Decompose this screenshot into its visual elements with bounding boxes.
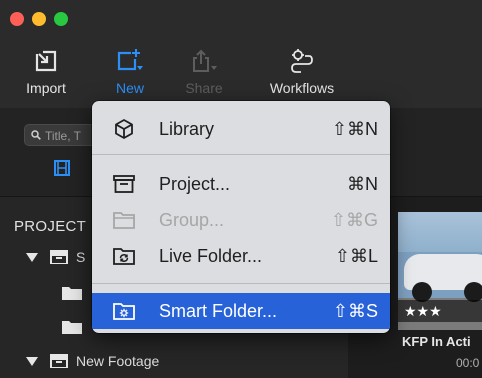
import-label: Import <box>26 80 66 96</box>
new-icon <box>90 44 170 78</box>
projects-heading: PROJECT <box>14 218 87 235</box>
menu-item-shortcut: ⇧⌘S <box>332 300 378 321</box>
folder-icon <box>62 287 82 300</box>
folder-icon <box>112 209 136 231</box>
tray-icon <box>50 250 68 264</box>
menu-item-library[interactable]: Library ⇧⌘N <box>92 111 390 147</box>
clip-title: KFP In Acti <box>402 334 471 349</box>
live-folder-icon <box>112 245 136 267</box>
menu-item-smart-folder[interactable]: Smart Folder... ⇧⌘S <box>92 293 390 329</box>
zoom-window-button[interactable] <box>54 12 68 26</box>
menu-item-live-folder[interactable]: Live Folder... ⇧⌘L <box>92 238 390 274</box>
workflows-label: Workflows <box>269 80 335 96</box>
share-label: Share <box>185 80 223 96</box>
search-icon <box>31 130 41 140</box>
search-placeholder: Title, T <box>45 129 82 143</box>
import-icon <box>6 44 86 78</box>
toolbar: Import New Share Workflows <box>0 0 482 109</box>
tray-icon <box>112 173 136 195</box>
folder-icon <box>62 321 82 334</box>
menu-item-label: Project... <box>159 173 231 194</box>
workflows-button[interactable]: Workflows <box>262 44 342 96</box>
workflows-icon <box>262 44 342 78</box>
project-name: New Footage <box>76 353 160 369</box>
menu-item-label: Smart Folder... <box>159 300 278 321</box>
minimize-window-button[interactable] <box>32 12 46 26</box>
share-button[interactable]: Share <box>164 44 244 96</box>
film-strip-icon[interactable] <box>54 160 78 180</box>
smart-folder-icon <box>112 300 136 322</box>
menu-item-label: Library <box>159 118 215 139</box>
tray-icon <box>50 354 68 368</box>
menu-separator <box>92 154 390 155</box>
project-row[interactable]: New Footage <box>26 353 159 369</box>
menu-item-label: Live Folder... <box>159 245 263 266</box>
clip-duration: 00:0 <box>456 356 480 370</box>
disclosure-triangle-icon[interactable] <box>26 356 38 366</box>
import-button[interactable]: Import <box>6 44 86 96</box>
menu-item-shortcut: ⇧⌘G <box>330 209 378 230</box>
disclosure-triangle-icon[interactable] <box>26 252 38 262</box>
menu-item-project[interactable]: Project... ⌘N <box>92 166 390 202</box>
cube-icon <box>112 118 136 140</box>
folder-row[interactable] <box>62 286 82 300</box>
close-window-button[interactable] <box>10 12 24 26</box>
project-row[interactable]: S <box>26 249 85 265</box>
menu-item-group[interactable]: Group... ⇧⌘G <box>92 202 390 238</box>
new-label: New <box>115 80 144 96</box>
menu-item-label: Group... <box>159 209 225 230</box>
new-menu: Library ⇧⌘N Project... ⌘N Group... ⇧⌘G L… <box>92 101 390 333</box>
menu-item-shortcut: ⇧⌘N <box>331 118 378 139</box>
new-button[interactable]: New <box>90 44 170 96</box>
folder-row[interactable] <box>62 320 82 334</box>
share-icon <box>164 44 244 78</box>
menu-item-shortcut: ⇧⌘L <box>334 245 378 266</box>
menu-item-shortcut: ⌘N <box>347 173 378 194</box>
rating-stars[interactable]: ★★★ <box>398 300 482 322</box>
menu-separator <box>92 283 390 284</box>
project-name: S <box>76 249 86 265</box>
